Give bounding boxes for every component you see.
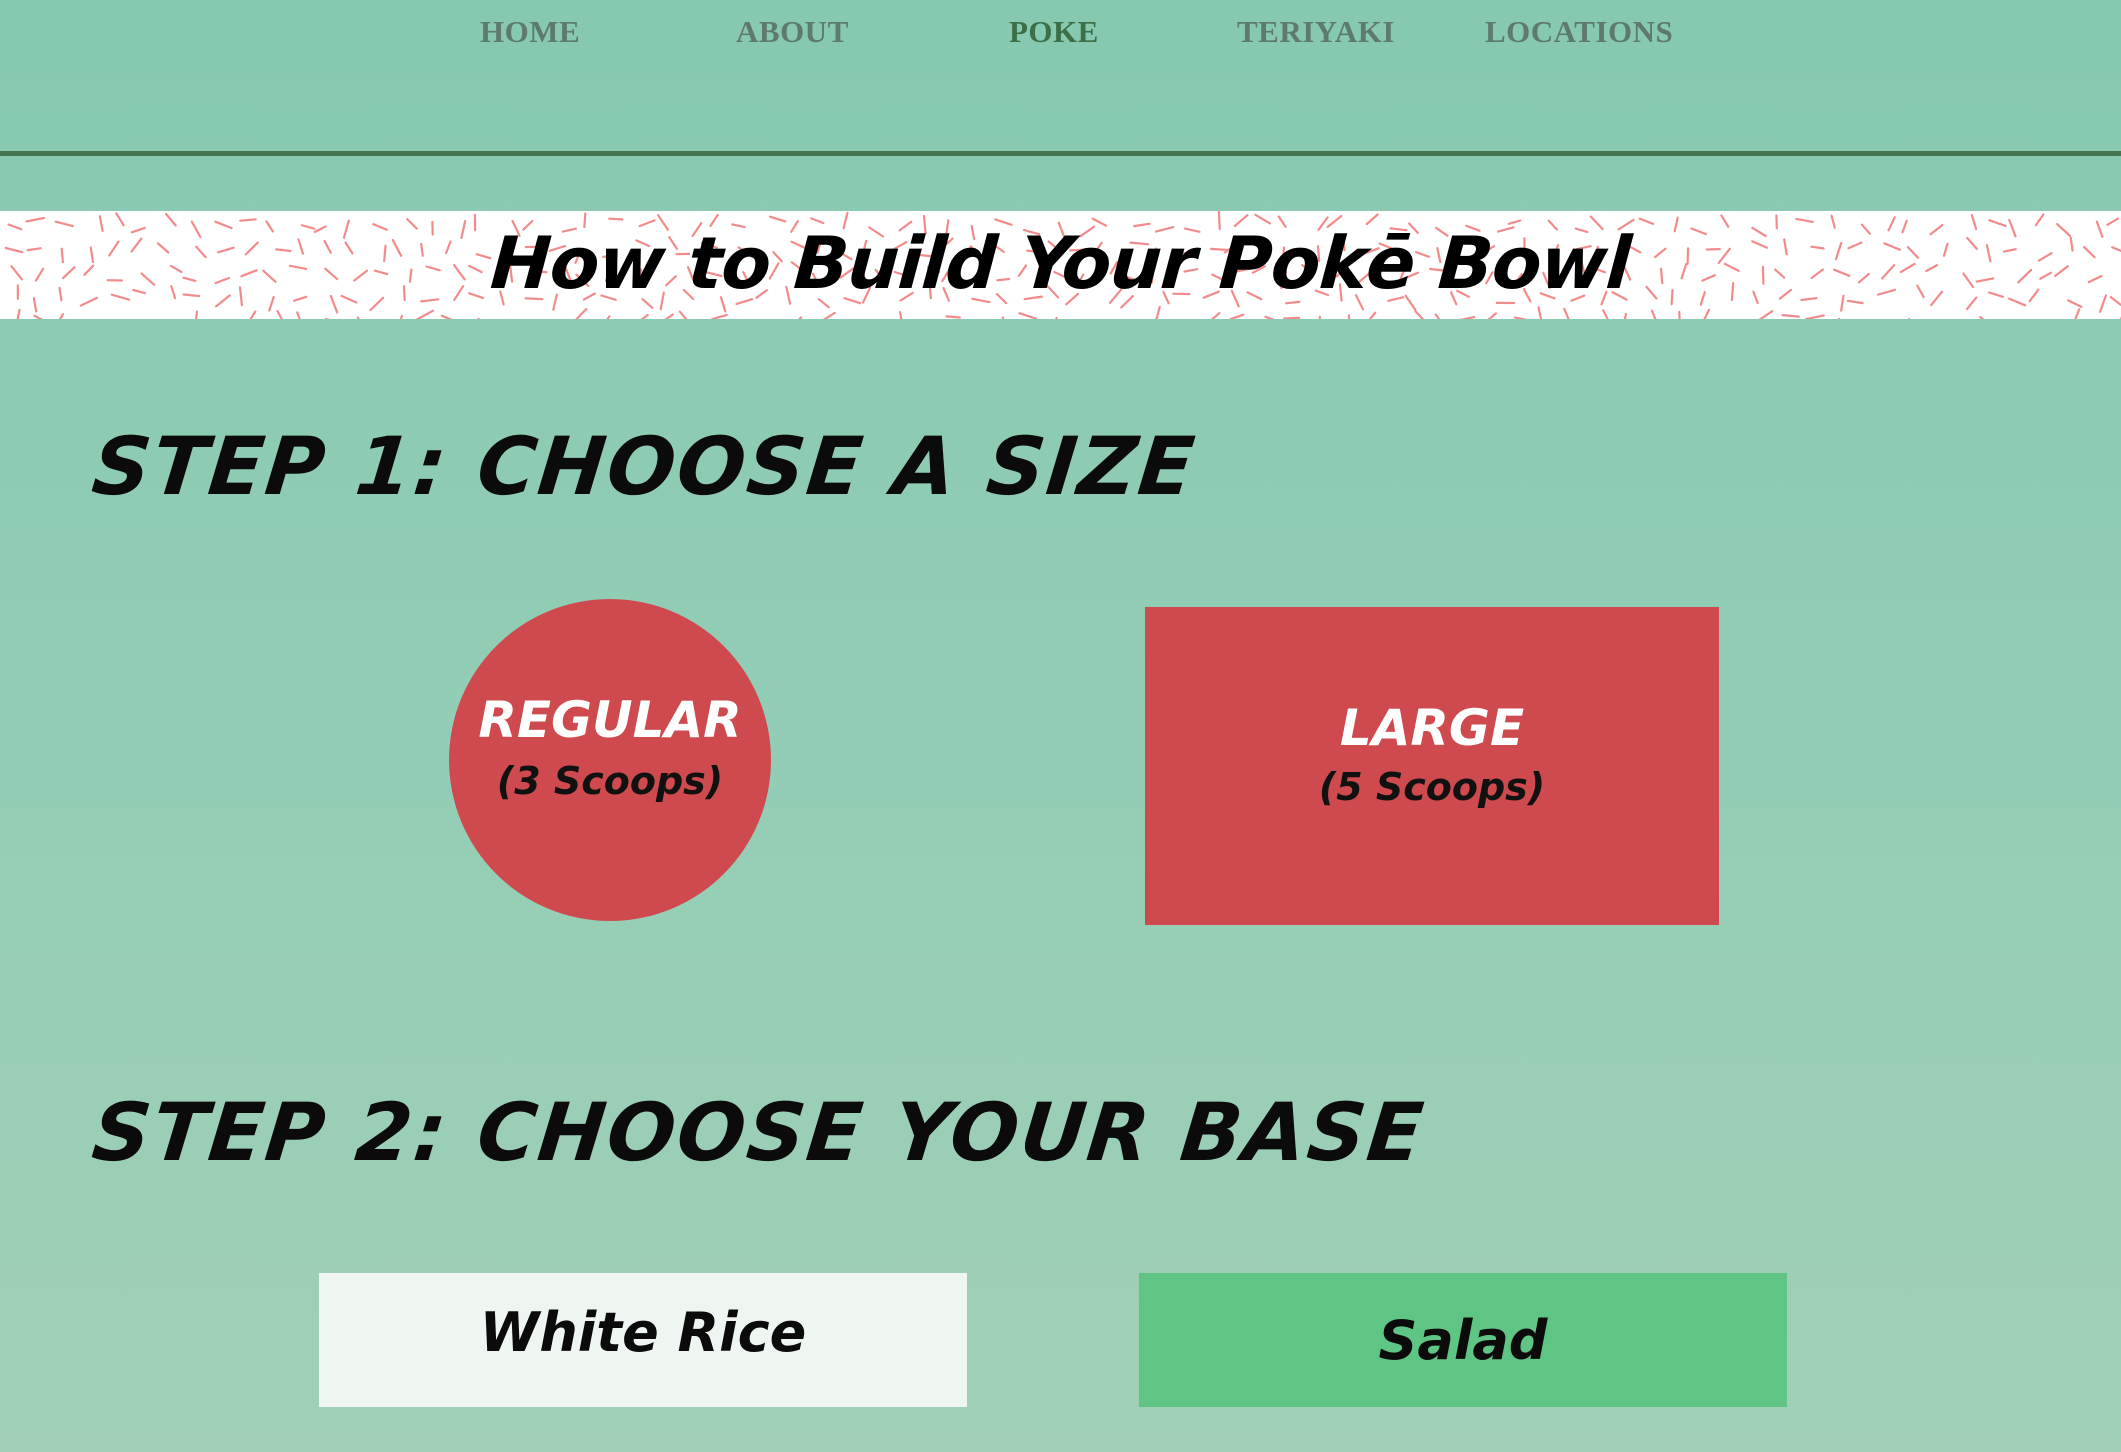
sprinkle	[1703, 308, 1711, 319]
size-regular-name: REGULAR	[478, 691, 742, 749]
size-regular-detail: (3 Scoops)	[496, 759, 724, 803]
nav-item-poke[interactable]: POKE	[1009, 14, 1099, 50]
sprinkle	[1347, 314, 1351, 319]
sprinkle	[1283, 316, 1301, 319]
nav-item-locations[interactable]: LOCATIONS	[1485, 14, 1673, 50]
sprinkle	[823, 311, 836, 319]
sprinkle	[640, 313, 649, 319]
sprinkle	[1018, 312, 1038, 319]
sprinkle	[945, 315, 961, 319]
sprinkle	[2074, 308, 2081, 319]
nav-item-teriyaki[interactable]: TERIYAKI	[1237, 14, 1395, 50]
step2-heading: STEP 2: CHOOSE YOUR BASE	[88, 1086, 1430, 1179]
sprinkle	[1210, 311, 1221, 319]
title-banner: How to Build Your Pokē Bowl	[0, 211, 2121, 319]
sprinkle	[575, 307, 588, 319]
sprinkle	[58, 312, 65, 319]
nav-divider	[0, 151, 2121, 156]
sprinkle	[296, 311, 301, 319]
sprinkle	[194, 310, 199, 319]
sprinkle	[797, 316, 803, 319]
sprinkle	[1602, 309, 1609, 319]
sprinkle	[711, 313, 728, 319]
sprinkle	[1537, 306, 1543, 319]
sprinkle	[1979, 315, 1985, 319]
sprinkle	[1368, 311, 1377, 319]
sprinkle	[399, 314, 403, 319]
sprinkle	[16, 308, 21, 319]
sprinkle	[1001, 316, 1005, 319]
sprinkle	[664, 313, 675, 319]
sprinkle	[1414, 310, 1425, 319]
sprinkle	[249, 310, 257, 319]
page-title: How to Build Your Pokē Bowl	[488, 221, 1633, 305]
sprinkle	[1513, 316, 1528, 319]
sprinkle	[1459, 315, 1476, 319]
sprinkle	[1650, 309, 1657, 319]
sprinkle	[678, 310, 688, 319]
size-large-name: LARGE	[1339, 699, 1525, 757]
base-salad-label: Salad	[1378, 1309, 1548, 1372]
sprinkle	[608, 217, 624, 221]
sprinkle	[1229, 313, 1245, 319]
base-salad-option[interactable]: Salad	[1139, 1273, 1787, 1407]
sprinkle	[416, 309, 434, 319]
sprinkle	[1155, 305, 1161, 319]
sprinkle	[606, 315, 611, 319]
sprinkle	[1678, 310, 1681, 319]
nav-item-home[interactable]: HOME	[480, 14, 580, 50]
sprinkle	[440, 314, 453, 319]
sprinkle	[1623, 312, 1628, 319]
base-white-rice-label: White Rice	[479, 1301, 807, 1364]
main-nav: HOME ABOUT POKE TERIYAKI LOCATIONS	[0, 0, 2121, 70]
size-large-detail: (5 Scoops)	[1318, 765, 1546, 809]
nav-item-about[interactable]: ABOUT	[736, 14, 849, 50]
sprinkle	[356, 316, 360, 319]
sprinkle	[1055, 316, 1058, 319]
sprinkle	[898, 310, 903, 319]
sprinkle	[276, 309, 284, 319]
sprinkle	[1434, 313, 1441, 319]
sprinkle	[1563, 307, 1570, 319]
sprinkle	[1487, 312, 1498, 319]
size-large-option[interactable]: LARGE (5 Scoops)	[1145, 607, 1719, 925]
sprinkle	[1758, 310, 1774, 319]
step1-heading: STEP 1: CHOOSE A SIZE	[88, 420, 1201, 513]
sprinkle	[33, 314, 43, 319]
size-regular-option[interactable]: REGULAR (3 Scoops)	[449, 599, 771, 921]
base-white-rice-option[interactable]: White Rice	[319, 1273, 967, 1407]
sprinkle	[1805, 314, 1825, 319]
sprinkle	[1781, 313, 1800, 318]
sprinkle	[1264, 315, 1275, 319]
